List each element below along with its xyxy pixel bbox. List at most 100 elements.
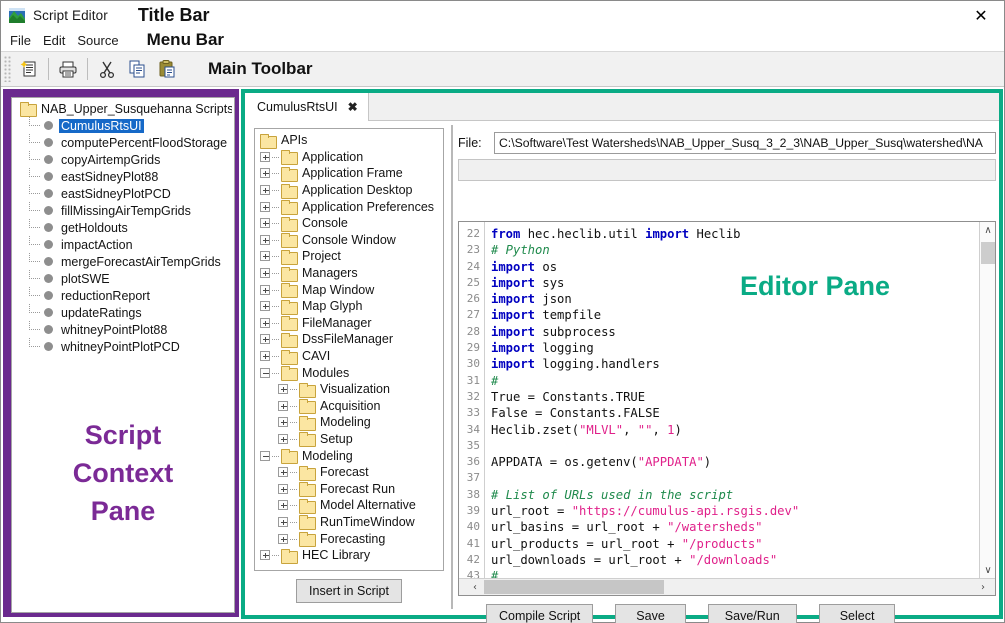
cut-icon[interactable] [92,54,122,84]
secondary-info-field[interactable] [458,159,996,181]
api-tree-item[interactable]: Model Alternative [258,497,440,514]
scroll-left-icon[interactable]: ‹ [467,579,483,595]
scroll-right-icon[interactable]: › [975,579,991,595]
script-tree-item[interactable]: mergeForecastAirTempGrids [14,253,232,270]
copy-icon[interactable] [122,54,152,84]
api-tree-item[interactable]: Setup [258,431,440,448]
api-tree-item[interactable]: Application Desktop [258,182,440,199]
script-tree-item[interactable]: CumulusRtsUI [14,117,232,134]
api-tree-item[interactable]: Console Window [258,232,440,249]
api-tree-item[interactable]: FileManager [258,315,440,332]
expand-plus-icon[interactable] [260,202,270,212]
expand-plus-icon[interactable] [260,168,270,178]
editor-horizontal-scrollbar[interactable]: ‹ › [459,578,995,595]
toolbar-grip[interactable] [4,56,11,82]
api-tree-item[interactable]: Managers [258,265,440,282]
api-tree-item[interactable]: Map Glyph [258,298,440,315]
compile-script-button[interactable]: Compile Script [486,604,593,623]
api-tree-item[interactable]: HEC Library [258,547,440,564]
script-tree-item[interactable]: whitneyPointPlotPCD [14,338,232,355]
expand-plus-icon[interactable] [278,534,288,544]
api-tree-item[interactable]: CAVI [258,348,440,365]
pane-divider[interactable] [451,125,453,609]
expand-plus-icon[interactable] [260,268,270,278]
scroll-up-icon[interactable]: ∧ [980,222,996,238]
api-tree-item[interactable]: RunTimeWindow [258,514,440,531]
expand-plus-icon[interactable] [260,185,270,195]
expand-plus-icon[interactable] [260,285,270,295]
expand-plus-icon[interactable] [260,152,270,162]
api-tree-item[interactable]: Acquisition [258,398,440,415]
tab-cumulusrtsui[interactable]: CumulusRtsUI ✖ [245,93,369,121]
script-tree-item[interactable]: eastSidneyPlotPCD [14,185,232,202]
api-tree-item[interactable]: DssFileManager [258,331,440,348]
editor-vertical-scrollbar[interactable]: ∧ ∨ [979,222,995,578]
collapse-minus-icon[interactable] [260,451,270,461]
expand-plus-icon[interactable] [278,500,288,510]
api-tree-item[interactable]: Console [258,215,440,232]
script-tree-item[interactable]: copyAirtempGrids [14,151,232,168]
api-tree-root[interactable]: APIs [258,132,440,149]
expand-plus-icon[interactable] [278,384,288,394]
api-tree-scroll[interactable]: APIs ApplicationApplication FrameApplica… [258,132,440,567]
expand-plus-icon[interactable] [278,484,288,494]
expand-plus-icon[interactable] [260,235,270,245]
expand-plus-icon[interactable] [278,467,288,477]
menu-item-edit[interactable]: Edit [37,33,71,48]
expand-plus-icon[interactable] [260,550,270,560]
expand-plus-icon[interactable] [278,417,288,427]
api-tree-item[interactable]: Map Window [258,281,440,298]
expand-plus-icon[interactable] [260,301,270,311]
api-tree-item[interactable]: Forecasting [258,530,440,547]
save-run-button[interactable]: Save/Run [708,604,797,623]
script-tree-root[interactable]: NAB_Upper_Susquehanna Scripts [14,100,232,117]
horizontal-scroll-thumb[interactable] [484,580,664,594]
expand-plus-icon[interactable] [260,318,270,328]
print-icon[interactable] [53,54,83,84]
api-tree-item[interactable]: Application Frame [258,165,440,182]
script-tree-item[interactable]: fillMissingAirTempGrids [14,202,232,219]
expand-plus-icon[interactable] [278,517,288,527]
api-tree-item[interactable]: Forecast Run [258,480,440,497]
select-button[interactable]: Select [819,604,896,623]
expand-plus-icon[interactable] [278,401,288,411]
paste-icon[interactable] [152,54,182,84]
api-tree-item[interactable]: Forecast [258,464,440,481]
api-tree-item[interactable]: Visualization [258,381,440,398]
file-path-input[interactable]: C:\Software\Test Watersheds\NAB_Upper_Su… [494,132,996,154]
code-text-area[interactable]: from hec.heclib.util import Heclib# Pyth… [486,222,978,578]
folder-icon [281,316,296,329]
api-tree-item[interactable]: Application Preferences [258,198,440,215]
tab-close-icon[interactable]: ✖ [348,100,358,114]
expand-plus-icon[interactable] [260,351,270,361]
collapse-minus-icon[interactable] [260,368,270,378]
api-tree-item[interactable]: Modules [258,364,440,381]
script-tree-item[interactable]: getHoldouts [14,219,232,236]
scroll-down-icon[interactable]: ∨ [980,562,996,578]
script-tree-item[interactable]: plotSWE [14,270,232,287]
script-tree-item[interactable]: impactAction [14,236,232,253]
api-tree-item[interactable]: Project [258,248,440,265]
api-tree-item[interactable]: Application [258,149,440,166]
expand-plus-icon[interactable] [260,334,270,344]
api-tree-item[interactable]: Modeling [258,414,440,431]
expand-plus-icon[interactable] [260,218,270,228]
script-tree-item[interactable]: computePercentFloodStorage [14,134,232,151]
script-tree-item[interactable]: eastSidneyPlot88 [14,168,232,185]
save-button[interactable]: Save [615,604,686,623]
api-tree-item[interactable]: Modeling [258,447,440,464]
vertical-scroll-thumb[interactable] [981,242,995,264]
folder-icon [281,233,296,246]
code-editor[interactable]: 2223242526272829303132333435363738394041… [458,221,996,596]
script-tree-scroll[interactable]: NAB_Upper_Susquehanna Scripts CumulusRts… [14,100,232,610]
script-tree-item[interactable]: reductionReport [14,287,232,304]
script-tree-item[interactable]: whitneyPointPlot88 [14,321,232,338]
expand-plus-icon[interactable] [260,251,270,261]
expand-plus-icon[interactable] [278,434,288,444]
menu-item-source[interactable]: Source [71,33,124,48]
script-tree-item[interactable]: updateRatings [14,304,232,321]
new-script-icon[interactable] [14,54,44,84]
close-icon[interactable]: ✕ [958,1,1004,29]
menu-item-file[interactable]: File [4,33,37,48]
insert-in-script-button[interactable]: Insert in Script [296,579,402,603]
